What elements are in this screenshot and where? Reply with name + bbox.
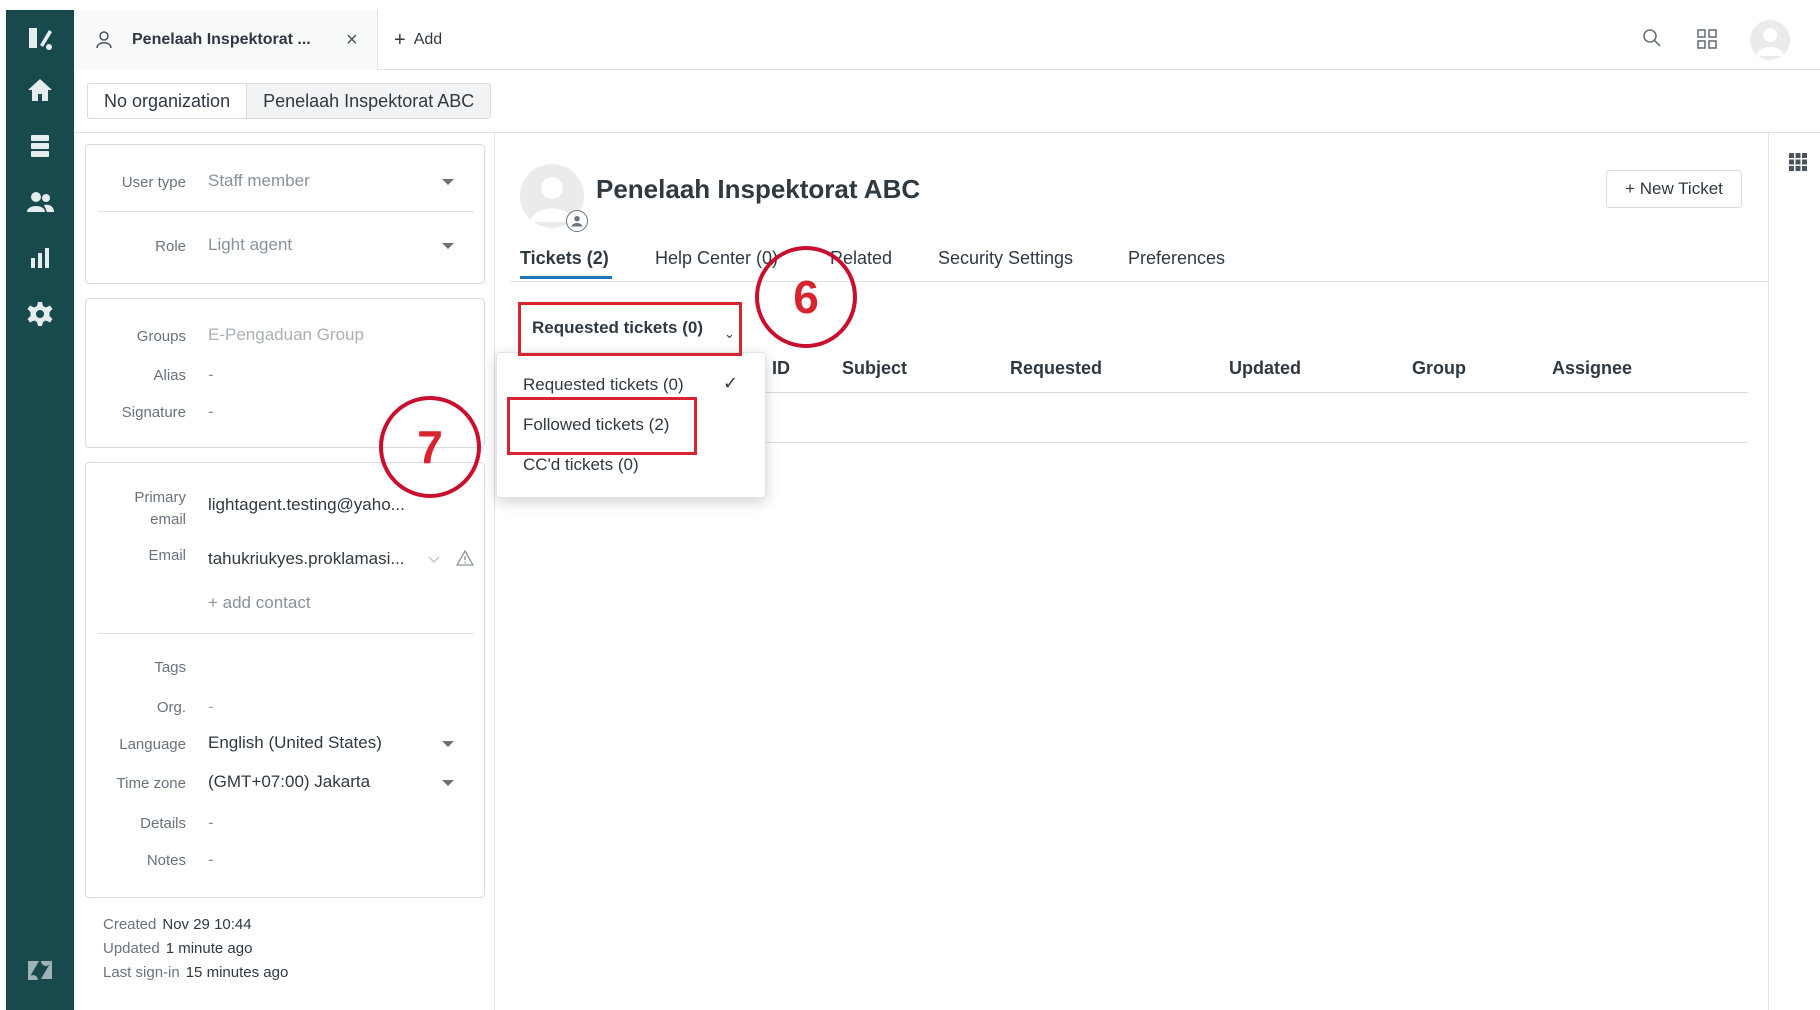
active-tab-indicator: [520, 276, 612, 279]
tags-label: Tags: [154, 659, 186, 676]
role-label: Role: [155, 238, 186, 255]
chevron-down-icon[interactable]: [442, 741, 454, 747]
breadcrumb-user[interactable]: Penelaah Inspektorat ABC: [246, 84, 491, 118]
plus-icon: +: [394, 28, 406, 51]
column-header-requested[interactable]: Requested: [1010, 358, 1102, 379]
add-tab-label: Add: [413, 31, 443, 48]
alias-label: Alias: [153, 367, 186, 384]
timezone-label: Time zone: [116, 775, 186, 792]
last-signin-meta: Last sign-in 15 minutes ago: [103, 964, 288, 981]
primary-email-field[interactable]: lightagent.testing@yaho...: [208, 495, 405, 515]
step-7-annotation: 7: [379, 396, 481, 498]
admin-gear-icon[interactable]: [6, 290, 74, 338]
user-icon: [96, 31, 112, 49]
user-tab-label: Penelaah Inspektorat ...: [132, 31, 311, 48]
customers-icon[interactable]: [6, 178, 74, 226]
signature-label: Signature: [121, 404, 186, 421]
updated-label: Updated: [103, 940, 160, 957]
column-header-updated[interactable]: Updated: [1229, 358, 1301, 379]
language-label: Language: [119, 736, 186, 753]
created-value: Nov 29 10:44: [162, 916, 252, 933]
groups-field[interactable]: E-Pengaduan Group: [208, 325, 364, 345]
search-icon[interactable]: [1640, 26, 1664, 50]
role-select[interactable]: Light agent: [208, 235, 292, 255]
column-header-assignee[interactable]: Assignee: [1552, 358, 1632, 379]
user-type-select[interactable]: Staff member: [208, 171, 310, 191]
app-window: Penelaah Inspektorat ... × + Add No orga…: [0, 0, 1820, 1010]
apps-grid-icon[interactable]: [1788, 152, 1808, 172]
notes-label: Notes: [146, 852, 186, 869]
user-type-label: User type: [121, 174, 186, 191]
language-select[interactable]: English (United States): [208, 733, 382, 753]
tab-security-settings[interactable]: Security Settings: [938, 248, 1073, 269]
breadcrumb-organization[interactable]: No organization: [88, 84, 247, 118]
views-icon[interactable]: [6, 122, 74, 170]
details-label: Details: [140, 815, 186, 832]
updated-value: 1 minute ago: [165, 940, 253, 957]
close-tab-icon[interactable]: ×: [346, 29, 358, 52]
right-panel-divider: [1768, 132, 1769, 1010]
zendesk-logo-icon[interactable]: [6, 14, 74, 62]
user-tab[interactable]: Penelaah Inspektorat ... ×: [74, 10, 378, 70]
tab-tickets[interactable]: Tickets (2): [520, 248, 609, 269]
zendesk-brand-icon: [6, 946, 74, 994]
org-field[interactable]: -: [208, 697, 214, 717]
details-field[interactable]: -: [208, 813, 214, 833]
org-label: Org.: [156, 699, 186, 716]
email-field[interactable]: tahukriukyes.proklamasi...: [208, 549, 405, 569]
tab-help-center[interactable]: Help Center (0): [655, 248, 778, 269]
chevron-down-icon[interactable]: [442, 179, 454, 185]
highlight-followed-tickets: [507, 397, 697, 455]
last-signin-value: 15 minutes ago: [185, 964, 289, 981]
signature-field[interactable]: -: [208, 402, 214, 422]
tabs-divider: [510, 281, 1768, 282]
check-icon: ✓: [723, 373, 739, 393]
updated-meta: Updated 1 minute ago: [103, 940, 252, 957]
left-panel-divider: [494, 132, 495, 1010]
highlight-ticket-scope: [518, 302, 742, 356]
reporting-icon[interactable]: [6, 234, 74, 282]
contact-card: Primary email lightagent.testing@yaho...…: [85, 462, 485, 898]
primary-email-label-2: email: [150, 511, 186, 528]
add-tab-button[interactable]: + Add: [394, 10, 442, 70]
email-label: Email: [148, 547, 186, 564]
top-bar: Penelaah Inspektorat ... × + Add: [74, 10, 1820, 70]
menu-item-ccd-tickets[interactable]: CC'd tickets (0): [523, 455, 639, 475]
created-meta: Created Nov 29 10:44: [103, 916, 252, 933]
primary-email-label: Primary: [134, 489, 186, 506]
warning-icon: [456, 549, 474, 566]
user-type-card: User type Staff member Role Light agent: [85, 144, 485, 284]
chevron-down-icon[interactable]: [426, 551, 442, 567]
column-header-subject[interactable]: Subject: [842, 358, 907, 379]
notes-field[interactable]: -: [208, 850, 214, 870]
add-contact-link[interactable]: + add contact: [208, 593, 311, 613]
step-6-annotation: 6: [755, 246, 857, 348]
product-tray-icon[interactable]: [1696, 28, 1718, 50]
header-divider: [74, 132, 1820, 133]
divider: [98, 633, 474, 634]
chevron-down-icon[interactable]: [442, 243, 454, 249]
column-header-group[interactable]: Group: [1412, 358, 1466, 379]
groups-label: Groups: [136, 328, 186, 345]
chevron-down-icon[interactable]: [442, 780, 454, 786]
created-label: Created: [103, 916, 157, 933]
breadcrumb: No organization Penelaah Inspektorat ABC: [87, 83, 492, 119]
home-icon[interactable]: [6, 66, 74, 114]
menu-item-requested-tickets[interactable]: Requested tickets (0): [523, 375, 684, 395]
user-role-badge-icon: [566, 210, 588, 232]
column-header-id[interactable]: ID: [772, 358, 790, 379]
tab-preferences[interactable]: Preferences: [1128, 248, 1225, 269]
user-name-heading: Penelaah Inspektorat ABC: [596, 174, 921, 204]
new-ticket-button[interactable]: + New Ticket: [1606, 170, 1742, 208]
last-signin-label: Last sign-in: [103, 964, 180, 981]
timezone-select[interactable]: (GMT+07:00) Jakarta: [208, 772, 370, 792]
divider: [98, 211, 474, 212]
profile-avatar-icon[interactable]: [1750, 20, 1790, 60]
left-nav: [6, 10, 74, 1010]
alias-field[interactable]: -: [208, 365, 214, 385]
